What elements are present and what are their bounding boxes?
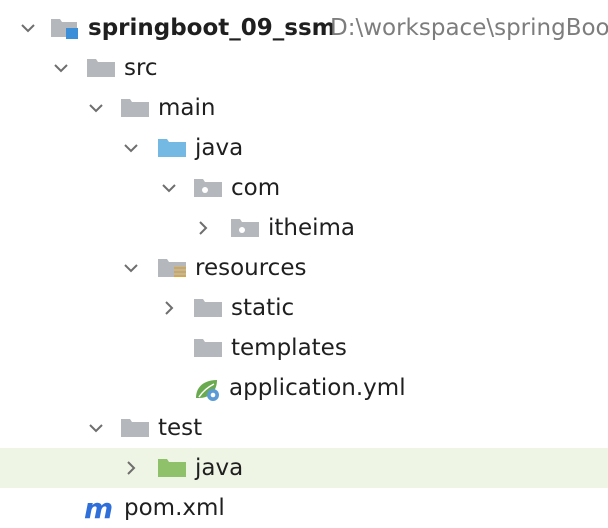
tree-row-pom-xml[interactable]: m pom.xml bbox=[0, 488, 608, 528]
maven-icon: m bbox=[84, 492, 120, 525]
svg-text:m: m bbox=[84, 494, 113, 522]
folder-icon bbox=[86, 56, 116, 80]
tree-row-application-yml[interactable]: application.yml bbox=[0, 368, 608, 408]
folder-icon bbox=[120, 416, 150, 440]
tree-row-src[interactable]: src bbox=[0, 48, 608, 88]
tree-row-java-test[interactable]: java bbox=[0, 448, 608, 488]
project-name: springboot_09_ssm bbox=[88, 15, 336, 41]
project-path: D:\workspace\springBoo bbox=[330, 15, 608, 41]
tree-label-resources: resources bbox=[195, 255, 307, 281]
module-folder-icon bbox=[50, 16, 80, 40]
tree-row-static[interactable]: static bbox=[0, 288, 608, 328]
folder-icon bbox=[193, 336, 223, 360]
tree-row-itheima[interactable]: itheima bbox=[0, 208, 608, 248]
tree-row-main[interactable]: main bbox=[0, 88, 608, 128]
tree-label-static: static bbox=[231, 295, 295, 321]
tree-row-com[interactable]: com bbox=[0, 168, 608, 208]
chevron-down-icon[interactable] bbox=[87, 419, 105, 437]
resources-folder-icon bbox=[157, 256, 187, 280]
tree-row-java-main[interactable]: java bbox=[0, 128, 608, 168]
chevron-down-icon[interactable] bbox=[122, 259, 140, 277]
tree-label-main: main bbox=[158, 95, 216, 121]
tree-label-java-test: java bbox=[195, 455, 244, 481]
chevron-down-icon[interactable] bbox=[122, 139, 140, 157]
tree-label-com: com bbox=[231, 175, 281, 201]
folder-icon bbox=[120, 96, 150, 120]
project-tree: springboot_09_ssm D:\workspace\springBoo… bbox=[0, 0, 608, 525]
chevron-right-icon[interactable] bbox=[122, 459, 140, 477]
tree-label-java-main: java bbox=[195, 135, 244, 161]
tree-row-project-root[interactable]: springboot_09_ssm D:\workspace\springBoo bbox=[0, 8, 608, 48]
package-icon bbox=[230, 216, 260, 240]
chevron-down-icon[interactable] bbox=[160, 179, 178, 197]
chevron-down-icon[interactable] bbox=[87, 99, 105, 117]
tree-label-templates: templates bbox=[231, 335, 347, 361]
tree-label-itheima: itheima bbox=[268, 215, 356, 241]
chevron-right-icon[interactable] bbox=[160, 299, 178, 317]
chevron-down-icon[interactable] bbox=[52, 59, 70, 77]
folder-icon bbox=[193, 296, 223, 320]
source-folder-icon bbox=[157, 136, 187, 160]
tree-label-application-yml: application.yml bbox=[229, 375, 406, 401]
test-folder-icon bbox=[157, 456, 187, 480]
tree-row-templates[interactable]: templates bbox=[0, 328, 608, 368]
chevron-down-icon[interactable] bbox=[19, 19, 37, 37]
tree-label-pom-xml: pom.xml bbox=[124, 495, 225, 521]
tree-row-test[interactable]: test bbox=[0, 408, 608, 448]
tree-label-test: test bbox=[158, 415, 203, 441]
tree-label-src: src bbox=[124, 55, 158, 81]
chevron-right-icon[interactable] bbox=[194, 219, 212, 237]
package-icon bbox=[193, 176, 223, 200]
spring-config-icon bbox=[193, 376, 223, 401]
tree-row-resources[interactable]: resources bbox=[0, 248, 608, 288]
